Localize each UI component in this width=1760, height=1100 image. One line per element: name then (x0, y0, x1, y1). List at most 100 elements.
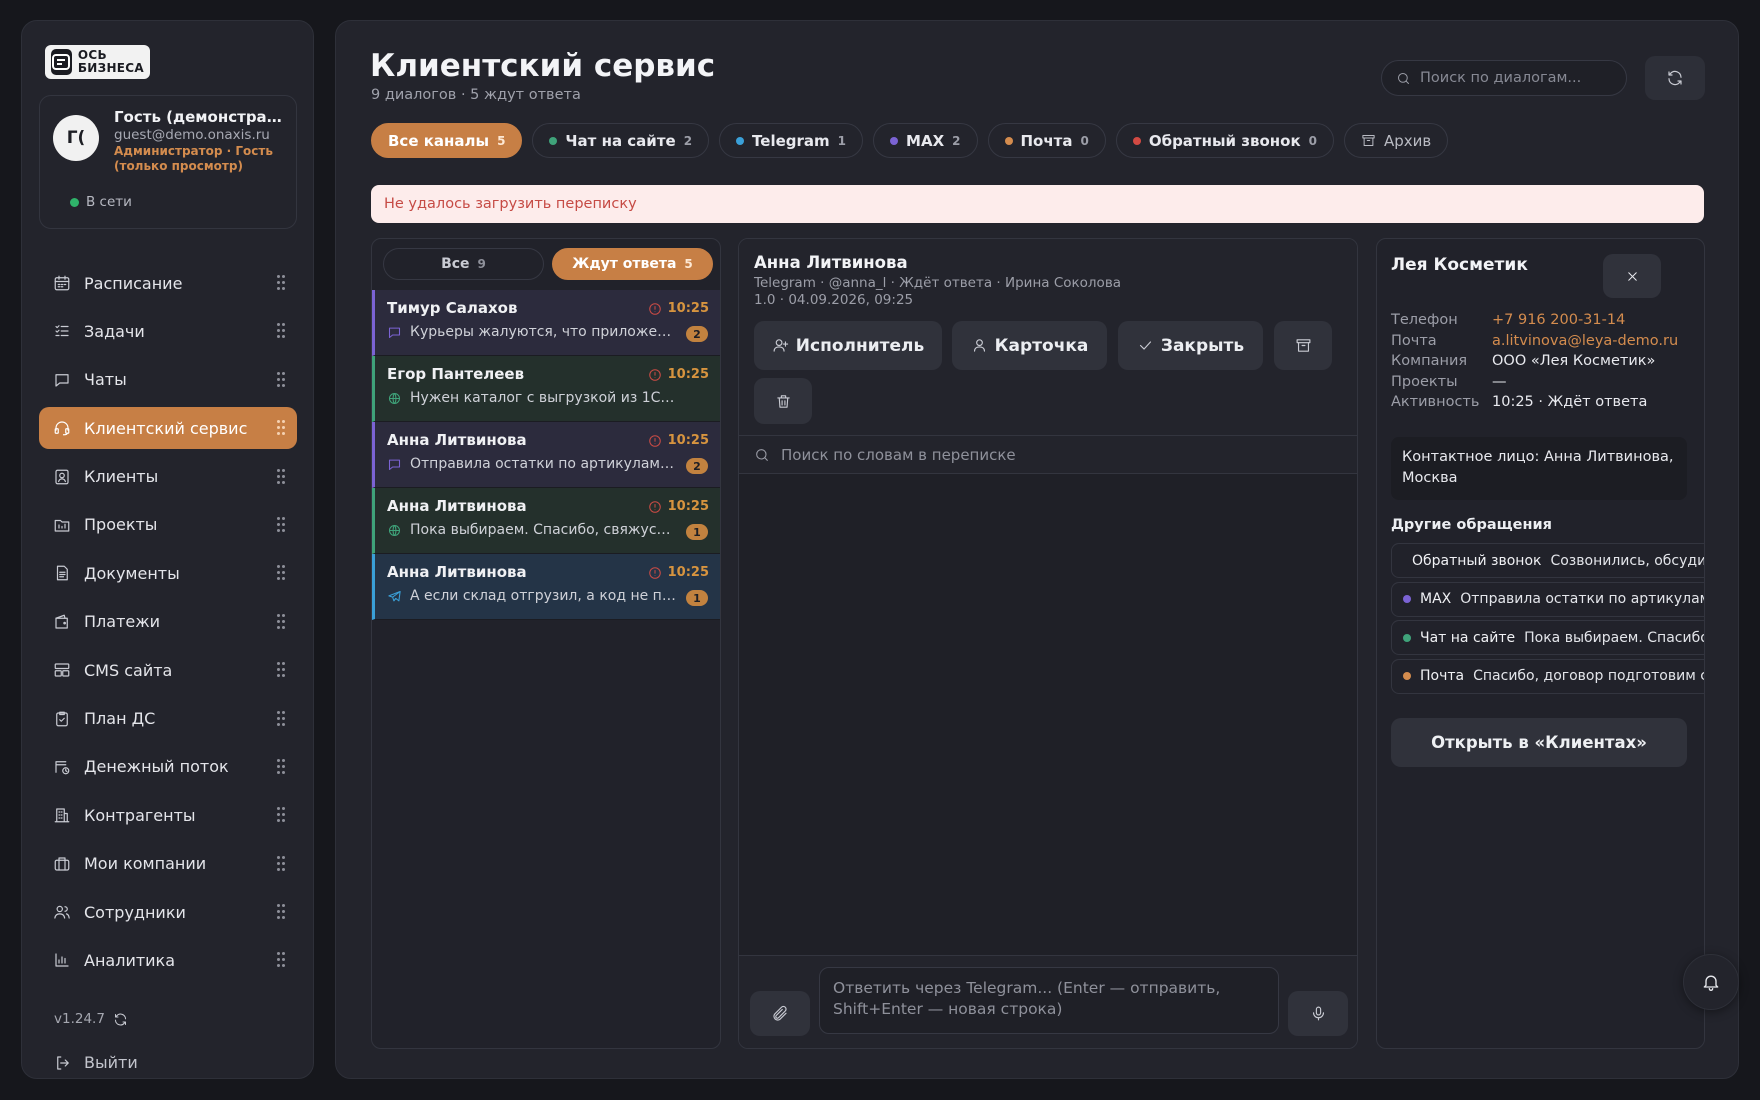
drag-handle-icon[interactable] (277, 420, 285, 436)
other-request-item[interactable]: MAX Отправила остатки по артикулам (1391, 581, 1704, 617)
other-request-item[interactable]: Чат на сайте Пока выбираем. Спасибо (1391, 620, 1704, 655)
voice-button[interactable] (1288, 991, 1348, 1036)
close-dialog-button[interactable]: Закрыть (1118, 321, 1263, 370)
grid-icon (54, 663, 70, 677)
client-field-value[interactable]: +7 916 200-31-14 (1492, 312, 1625, 328)
sidebar-item-13[interactable]: Мои компании (39, 843, 297, 885)
sidebar-item-5[interactable]: Клиенты (39, 456, 297, 498)
channel-max-icon (388, 459, 401, 470)
channel-chip-2[interactable]: Чат на сайте 2 (532, 123, 710, 158)
update-check-icon[interactable] (113, 1012, 128, 1027)
drag-handle-icon[interactable] (277, 613, 285, 629)
client-field-value[interactable]: a.litvinova@leya-demo.ru (1492, 333, 1678, 349)
filter-all-count: 9 (477, 257, 486, 271)
drag-handle-icon[interactable] (277, 807, 285, 823)
drag-handle-icon[interactable] (277, 855, 285, 871)
message-search-placeholder: Поиск по словам в переписке (781, 445, 1016, 464)
sidebar-item-label: План ДС (84, 709, 156, 729)
client-field-value: 10:25 · Ждёт ответа (1492, 394, 1648, 410)
other-requests-title: Другие обращения (1391, 517, 1552, 533)
sidebar: ОСЬ БИЗНЕСА Г( Гость (демонстрация) gues… (21, 20, 314, 1079)
drag-handle-icon[interactable] (277, 710, 285, 726)
notifications-button[interactable] (1683, 954, 1739, 1010)
other-request-item[interactable]: Почта Спасибо, договор подготовим с (1391, 658, 1704, 694)
conversation-name: Анна Литвинова (387, 563, 527, 581)
reply-input[interactable]: Ответить через Telegram... (Enter — отпр… (819, 967, 1279, 1034)
refresh-button[interactable] (1645, 56, 1705, 100)
sidebar-item-label: Чаты (84, 370, 127, 390)
drag-handle-icon[interactable] (277, 758, 285, 774)
client-field-key: Телефон (1391, 312, 1458, 328)
drag-handle-icon[interactable] (277, 516, 285, 532)
sidebar-item-label: Клиентский сервис (84, 418, 248, 438)
sidebar-item-7[interactable]: Документы (39, 552, 297, 594)
conversation-item[interactable]: Тимур Салахов 10:25 Курьеры жалуются, что … (372, 290, 720, 356)
sidebar-item-12[interactable]: Контрагенты (39, 794, 297, 836)
sidebar-item-9[interactable]: CMS сайта (39, 649, 297, 691)
logo[interactable]: ОСЬ БИЗНЕСА (45, 45, 150, 79)
drag-handle-icon[interactable] (277, 323, 285, 339)
attach-button[interactable] (750, 991, 810, 1036)
logout-button[interactable]: Выйти (54, 1053, 138, 1072)
conversation-preview-text: Отправила остатки по артикулам,… (410, 456, 676, 472)
archive-button[interactable] (1274, 321, 1332, 370)
sidebar-item-2[interactable]: Задачи (39, 310, 297, 352)
conversation-item[interactable]: Анна Литвинова 10:25 Пока выбираем. Спасиб… (372, 488, 720, 554)
sidebar-item-8[interactable]: Платежи (39, 601, 297, 643)
conversation-item[interactable]: Егор Пантелеев 10:25 Нужен каталог с выгру… (372, 356, 720, 422)
sidebar-item-3[interactable]: Чаты (39, 359, 297, 401)
drag-handle-icon[interactable] (277, 468, 285, 484)
sidebar-item-10[interactable]: План ДС (39, 698, 297, 740)
sidebar-item-14[interactable]: Сотрудники (39, 891, 297, 933)
logout-icon (57, 1055, 69, 1070)
filter-all-label: Все (441, 256, 470, 272)
building-icon (54, 808, 70, 823)
drag-handle-icon[interactable] (277, 371, 285, 387)
channel-label: Почта (1020, 131, 1073, 150)
channel-dot-icon (549, 136, 558, 145)
sidebar-item-15[interactable]: Аналитика (39, 939, 297, 981)
drag-handle-icon[interactable] (277, 952, 285, 968)
archive-chip[interactable]: Архив (1344, 123, 1449, 158)
alert-circle-icon (648, 368, 661, 381)
conversation-item[interactable]: Анна Литвинова 10:25 Отправила остатки по … (372, 422, 720, 488)
message-search-input[interactable]: Поиск по словам в переписке (739, 436, 1357, 474)
sidebar-item-1[interactable]: Расписание (39, 262, 297, 304)
client-field-key: Проекты (1391, 373, 1458, 390)
conversation-time: 10:25 (648, 367, 709, 382)
filter-all-button[interactable]: Все 9 (383, 248, 544, 280)
channel-site-icon (388, 524, 401, 536)
card-button[interactable]: Карточка (952, 321, 1107, 370)
channel-count: 2 (683, 133, 693, 148)
user-name: Гость (демонстрация) (114, 108, 290, 126)
sidebar-item-label: Аналитика (84, 950, 176, 970)
drag-handle-icon[interactable] (277, 565, 285, 581)
client-field: Телефон +7 916 200-31-14 (1391, 312, 1625, 328)
drag-handle-icon[interactable] (277, 275, 285, 290)
delete-button[interactable] (754, 378, 812, 424)
assignee-button[interactable]: Исполнитель (754, 321, 942, 370)
filter-waiting-button[interactable]: Ждут ответа 5 (552, 248, 713, 280)
drag-handle-icon[interactable] (277, 904, 285, 920)
channel-chip-4[interactable]: MAX 2 (873, 123, 978, 158)
user-email: guest@demo.onaxis.ru (114, 127, 270, 143)
sidebar-item-11[interactable]: Денежный поток (39, 746, 297, 788)
conversation-item[interactable]: Анна Литвинова 10:25 А если склад отгрузил… (372, 554, 720, 620)
sidebar-item-6[interactable]: Проекты (39, 504, 297, 546)
channel-chip-1[interactable]: Все каналы 5 (371, 123, 523, 158)
channel-chip-6[interactable]: Обратный звонок 0 (1115, 123, 1335, 158)
channel-chip-3[interactable]: Telegram 1 (719, 123, 864, 158)
other-request-item[interactable]: Обратный звонок Созвонились, обсудили (1391, 543, 1704, 578)
error-alert: Не удалось загрузить переписку (371, 185, 1704, 223)
dialog-search-input[interactable]: Поиск по диалогам... (1381, 60, 1627, 96)
drag-handle-icon[interactable] (277, 662, 285, 678)
version-label: v1.24.7 (54, 1011, 105, 1027)
channel-label: Обратный звонок (1148, 131, 1301, 150)
sidebar-item-4[interactable]: Клиентский сервис (39, 407, 297, 450)
contact-person: Контактное лицо: Анна Литвинова, Москва (1391, 437, 1687, 500)
close-panel-button[interactable] (1603, 254, 1661, 298)
user-card[interactable]: Г( Гость (демонстрация) guest@demo.onaxi… (39, 95, 297, 229)
conversation-time-label: 10:25 (667, 565, 709, 580)
open-in-clients-button[interactable]: Открыть в «Клиентах» (1391, 718, 1687, 767)
channel-chip-5[interactable]: Почта 0 (987, 123, 1106, 158)
